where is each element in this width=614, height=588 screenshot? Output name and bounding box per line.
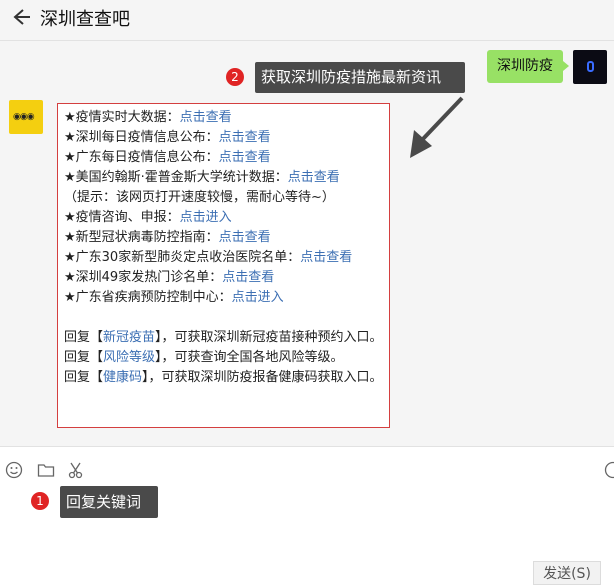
info-line-label: ★广东30家新型肺炎定点收治医院名单： xyxy=(64,250,300,265)
chat-title: 深圳查查吧 xyxy=(40,5,130,31)
info-line: ★新型冠状病毒防控指南：点击查看 xyxy=(64,228,389,248)
chat-icon[interactable] xyxy=(604,461,614,479)
info-line-label: ★疫情咨询、申报： xyxy=(64,210,180,225)
reply-keyword[interactable]: 风险等级 xyxy=(103,350,155,365)
account-avatar[interactable]: ◉◉◉ xyxy=(9,100,43,134)
info-line-link[interactable]: 点击查看 xyxy=(219,150,271,165)
reply-text: 回复【 xyxy=(64,330,103,345)
info-line-link[interactable]: 点击查看 xyxy=(288,170,340,185)
chat-header: 深圳查查吧 xyxy=(0,0,614,38)
info-line-link[interactable]: 点击查看 xyxy=(300,250,352,265)
info-line-link[interactable]: 点击进入 xyxy=(180,210,232,225)
reply-keyword[interactable]: 新冠疫苗 xyxy=(103,330,155,345)
send-button[interactable]: 发送(S) xyxy=(533,561,601,585)
reply-text: 】，可获取深圳防疫报备健康码获取入口。 xyxy=(142,370,383,385)
info-line-label: ★深圳每日疫情信息公布： xyxy=(64,130,219,145)
reply-instruction: 回复【风险等级】，可获查询全国各地风险等级。 xyxy=(64,348,386,368)
info-line-link[interactable]: 点击查看 xyxy=(222,270,274,285)
info-line-link[interactable]: 点击查看 xyxy=(180,110,232,125)
incoming-message-bubble: ★疫情实时大数据：点击查看★深圳每日疫情信息公布：点击查看★广东每日疫情信息公布… xyxy=(57,103,390,428)
info-line-label: ★广东每日疫情信息公布： xyxy=(64,150,219,165)
outgoing-message-bubble: 深圳防疫 xyxy=(487,50,563,83)
info-line: ★疫情咨询、申报：点击进入 xyxy=(64,208,389,228)
info-line-label: ★新型冠状病毒防控指南： xyxy=(64,230,219,245)
info-line-label: ★美国约翰斯·霍普金斯大学统计数据： xyxy=(64,170,288,185)
reply-instruction: 回复【健康码】，可获取深圳防疫报备健康码获取入口。 xyxy=(64,368,386,388)
reply-text: 回复【 xyxy=(64,370,103,385)
reply-keyword[interactable]: 健康码 xyxy=(103,370,142,385)
info-line-label: ★深圳49家发热门诊名单： xyxy=(64,270,222,285)
info-line: ★广东30家新型肺炎定点收治医院名单：点击查看 xyxy=(64,248,389,268)
info-line-link[interactable]: 点击查看 xyxy=(219,130,271,145)
info-line-label: ★疫情实时大数据： xyxy=(64,110,180,125)
info-line-label: ★广东省疾病预防控制中心： xyxy=(64,290,232,305)
reply-text: 】，可获取深圳新冠疫苗接种预约入口。 xyxy=(155,330,383,345)
info-line: ★疫情实时大数据：点击查看 xyxy=(64,108,389,128)
avatar-face-icon: ◉◉◉ xyxy=(13,112,34,122)
info-line: （提示：该网页打开速度较慢，需耐心等待~） xyxy=(64,188,389,208)
callout-step-1: 回复关键词 xyxy=(60,486,158,518)
info-line: ★美国约翰斯·霍普金斯大学统计数据：点击查看 xyxy=(64,168,389,188)
reply-instruction: 回复【新冠疫苗】，可获取深圳新冠疫苗接种预约入口。 xyxy=(64,328,386,348)
reply-text: 回复【 xyxy=(64,350,103,365)
step-badge-2: 2 xyxy=(226,68,244,86)
info-line: ★深圳每日疫情信息公布：点击查看 xyxy=(64,128,389,148)
scissors-icon[interactable] xyxy=(68,461,86,479)
info-line: ★深圳49家发热门诊名单：点击查看 xyxy=(64,268,389,288)
callout-step-2: 获取深圳防疫措施最新资讯 xyxy=(255,62,465,93)
info-line-link[interactable]: 点击进入 xyxy=(232,290,284,305)
arrow-pointer-icon xyxy=(400,92,470,164)
info-line-link[interactable]: 点击查看 xyxy=(219,230,271,245)
info-line: ★广东每日疫情信息公布：点击查看 xyxy=(64,148,389,168)
info-line-label: （提示：该网页打开速度较慢，需耐心等待~） xyxy=(64,190,335,205)
avatar-mark-icon xyxy=(587,61,594,72)
reply-text: 】，可获查询全国各地风险等级。 xyxy=(155,350,344,365)
emoji-icon[interactable] xyxy=(5,461,23,479)
back-arrow-icon[interactable] xyxy=(10,6,32,28)
step-badge-1: 1 xyxy=(31,492,49,510)
info-line: ★广东省疾病预防控制中心：点击进入 xyxy=(64,288,389,308)
folder-icon[interactable] xyxy=(37,461,55,479)
user-avatar[interactable] xyxy=(573,50,607,84)
